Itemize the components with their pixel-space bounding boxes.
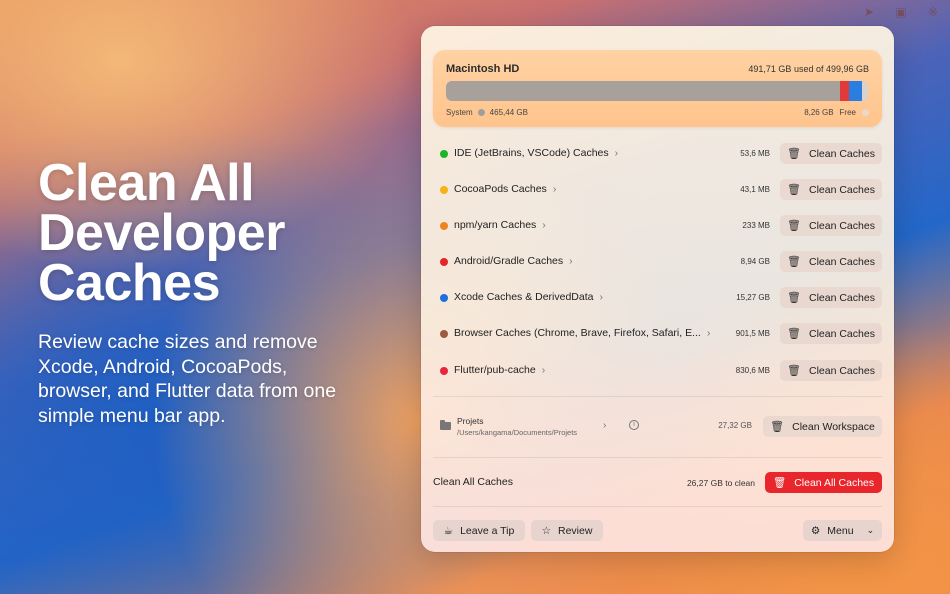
status-dot-icon <box>440 258 448 266</box>
cache-label[interactable]: Android/Gradle Caches › <box>454 255 573 267</box>
cache-label[interactable]: Xcode Caches & DerivedData › <box>454 291 603 303</box>
chevron-right-icon[interactable]: › <box>603 420 606 431</box>
status-dot-icon <box>440 150 448 158</box>
cache-label[interactable]: npm/yarn Caches › <box>454 219 546 231</box>
clean-caches-button[interactable]: 🗑 Clean Caches <box>780 251 882 272</box>
cache-row[interactable]: IDE (JetBrains, VSCode) Caches › 53,6 MB … <box>433 143 882 165</box>
system-dot-icon <box>477 109 485 116</box>
gear-icon: ⚙ <box>810 524 821 537</box>
menubar-icons: ➤ ▣ ※ <box>862 5 940 19</box>
workspace-size: 27,32 GB <box>718 421 752 430</box>
system-size: 465,44 GB <box>489 108 528 117</box>
trash-icon: 🗑 <box>787 365 801 377</box>
chevron-right-icon: › <box>614 147 619 159</box>
cache-row[interactable]: Android/Gradle Caches › 8,94 GB 🗑 Clean Ca… <box>433 251 882 273</box>
hero: Clean All Developer Caches Review cache … <box>38 154 378 428</box>
disk-card: Macintosh HD 491,71 GB used of 499,96 GB… <box>433 50 882 127</box>
trash-icon: 🗑 <box>772 477 787 489</box>
chevron-right-icon: › <box>552 183 557 195</box>
disk-bar-caches-red <box>840 81 849 101</box>
cache-size: 15,27 GB <box>736 293 770 302</box>
menu-button[interactable]: ⚙ Menu ⌄ <box>803 520 882 541</box>
cache-row[interactable]: CocoaPods Caches › 43,1 MB 🗑 Clean Caches <box>433 179 882 201</box>
system-label: System <box>446 108 473 117</box>
status-dot-icon <box>440 186 448 194</box>
disk-usage-bar <box>446 81 868 101</box>
clean-caches-button[interactable]: 🗑 Clean Caches <box>780 143 882 164</box>
disk-bar-free <box>862 81 868 101</box>
clean-all-total: 26,27 GB to clean <box>686 478 755 488</box>
chevron-right-icon: › <box>569 255 573 267</box>
review-button[interactable]: ☆ Review <box>531 520 603 541</box>
workspace-path: /Users/kangama/Documents/Projets <box>457 428 578 437</box>
divider <box>433 506 882 507</box>
hero-title: Clean All Developer Caches <box>38 154 378 312</box>
status-dot-icon <box>440 222 448 230</box>
disk-legend-system: System 465,44 GB <box>446 108 528 117</box>
clean-all-row: Clean All Caches 26,27 GB to clean 🗑 Clea… <box>433 472 882 494</box>
chevron-right-icon: › <box>599 291 604 303</box>
cache-row[interactable]: npm/yarn Caches › 233 MB 🗑 Clean Caches <box>433 215 882 237</box>
cache-size: 8,94 GB <box>740 257 770 266</box>
cache-size: 901,5 MB <box>735 329 770 338</box>
clean-caches-button[interactable]: 🗑 Clean Caches <box>780 287 882 308</box>
status-dot-icon <box>440 294 448 302</box>
leave-a-tip-button[interactable]: ☕ Leave a Tip <box>433 520 525 541</box>
clean-all-caches-button[interactable]: 🗑 Clean All Caches <box>765 472 882 493</box>
trash-icon: 🗑 <box>787 220 801 232</box>
disk-bar-caches-blue <box>849 81 862 101</box>
coffee-icon: ☕ <box>443 524 454 537</box>
star-icon: ☆ <box>541 524 551 537</box>
cache-label[interactable]: Flutter/pub-cache › <box>454 364 545 376</box>
trash-icon: 🗑 <box>787 292 801 304</box>
hero-title-line1: Clean All <box>38 154 255 212</box>
clean-caches-button[interactable]: 🗑 Clean Caches <box>780 360 882 381</box>
folder-icon <box>440 420 451 430</box>
trash-icon: 🗑 <box>787 328 801 340</box>
cache-size: 53,6 MB <box>740 149 770 158</box>
trash-icon: 🗑 <box>787 148 801 160</box>
cache-size: 43,1 MB <box>740 185 770 194</box>
clean-all-label: Clean All Caches <box>433 476 513 488</box>
disk-usage: 491,71 GB used of 499,96 GB <box>748 64 869 74</box>
trash-icon: 🗑 <box>787 256 801 268</box>
divider <box>433 457 882 458</box>
divider <box>433 396 882 397</box>
free-label: Free <box>839 108 856 117</box>
window-icon[interactable]: ▣ <box>894 5 908 19</box>
hero-title-line3: Caches <box>38 254 221 312</box>
chevron-right-icon: › <box>542 219 546 231</box>
cache-label[interactable]: IDE (JetBrains, VSCode) Caches › <box>454 147 618 159</box>
trash-icon: 🗑 <box>770 421 785 433</box>
cache-row[interactable]: Browser Caches (Chrome, Brave, Firefox, … <box>433 323 882 345</box>
free-size: 8,26 GB <box>804 108 834 117</box>
send-icon[interactable]: ➤ <box>862 5 876 19</box>
chevron-right-icon: › <box>706 327 711 339</box>
clean-caches-button[interactable]: 🗑 Clean Caches <box>780 179 882 200</box>
chevron-down-icon: ⌄ <box>866 525 875 535</box>
disk-legend-free: 8,26 GB Free <box>804 108 869 117</box>
clean-caches-button[interactable]: 🗑 Clean Caches <box>780 215 882 236</box>
cache-row[interactable]: Xcode Caches & DerivedData › 15,27 GB 🗑 Cl… <box>433 287 882 309</box>
cache-row[interactable]: Flutter/pub-cache › 830,6 MB 🗑 Clean Cache… <box>433 360 882 382</box>
free-dot-icon <box>862 109 869 116</box>
status-dot-icon <box>440 367 448 375</box>
status-dot-icon <box>440 330 448 338</box>
bluetooth-icon[interactable]: ※ <box>926 5 940 19</box>
workspace-name: Projets <box>457 416 484 426</box>
clean-caches-button[interactable]: 🗑 Clean Caches <box>780 323 882 344</box>
clean-workspace-button[interactable]: 🗑 Clean Workspace <box>763 416 882 437</box>
app-panel: Macintosh HD 491,71 GB used of 499,96 GB… <box>421 26 894 552</box>
hero-title-line2: Developer <box>38 204 285 262</box>
cache-label[interactable]: CocoaPods Caches › <box>454 183 556 195</box>
info-icon[interactable]: i <box>629 420 639 430</box>
workspace-row[interactable]: Projets /Users/kangama/Documents/Projets… <box>433 414 882 440</box>
chevron-right-icon: › <box>541 364 546 376</box>
disk-name: Macintosh HD <box>446 63 520 75</box>
hero-subtitle: Review cache sizes and remove Xcode, And… <box>38 331 337 427</box>
cache-size: 830,6 MB <box>735 366 770 375</box>
trash-icon: 🗑 <box>787 184 801 196</box>
cache-label[interactable]: Browser Caches (Chrome, Brave, Firefox, … <box>454 327 710 339</box>
cache-size: 233 MB <box>742 221 770 230</box>
